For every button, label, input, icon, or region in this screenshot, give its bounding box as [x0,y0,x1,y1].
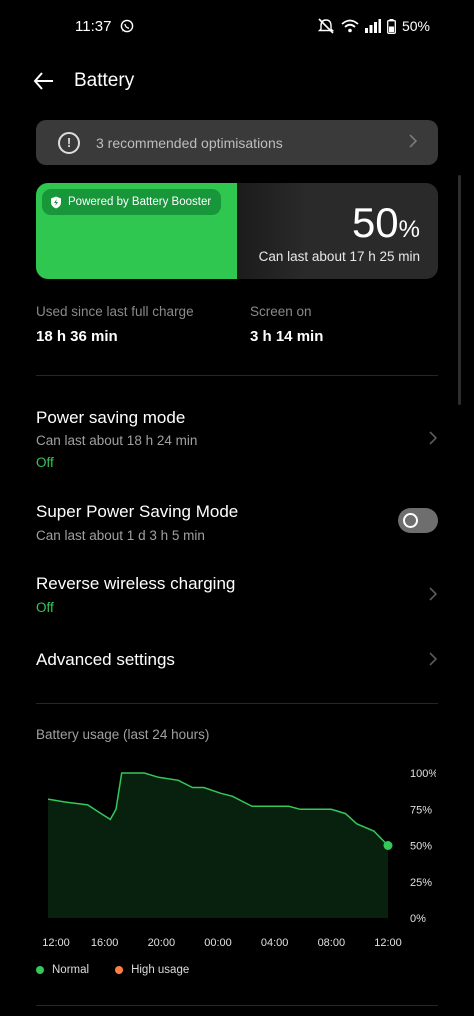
y-tick-label: 75% [410,804,432,816]
advanced-settings-row[interactable]: Advanced settings [0,640,474,680]
chart-title: Battery usage (last 24 hours) [36,727,210,742]
screen-on-label: Screen on [250,304,312,319]
chevron-right-icon [429,587,438,601]
y-tick-label: 25% [410,877,432,889]
reverse-wireless-title: Reverse wireless charging [36,574,236,593]
super-saving-toggle[interactable] [398,508,438,533]
reverse-wireless-row[interactable]: Reverse wireless charging Off [0,562,474,622]
usage-area [48,773,388,918]
chevron-right-icon [429,652,438,666]
divider [36,703,438,704]
divider [36,1005,438,1006]
battery-fill-shadow [237,183,307,279]
y-tick-label: 100% [410,768,436,780]
used-since-value: 18 h 36 min [36,328,118,345]
info-icon: ! [58,131,80,154]
chart-legend: Normal High usage [36,964,189,976]
super-saving-subtitle: Can last about 1 d 3 h 5 min [36,528,205,543]
battery-icon [387,18,396,34]
mute-icon [317,18,335,34]
x-tick-label: 12:00 [42,937,70,949]
scrollbar[interactable] [458,175,461,405]
legend-normal-dot [36,966,44,974]
recommendation-text: 3 recommended optimisations [96,134,283,151]
power-saving-title: Power saving mode [36,408,186,427]
status-battery-percent: 50% [401,18,430,34]
power-saving-state: Off [36,455,54,470]
battery-percent-value: 50 [351,199,399,246]
chevron-right-icon [409,134,418,148]
reverse-wireless-state: Off [36,600,54,615]
super-saving-title: Super Power Saving Mode [36,502,239,521]
booster-label: Powered by Battery Booster [68,196,212,208]
x-tick-label: 16:00 [91,937,119,949]
back-arrow-icon[interactable] [32,70,56,92]
page-title: Battery [74,70,135,91]
power-saving-subtitle: Can last about 18 h 24 min [36,433,198,448]
battery-booster-badge: Powered by Battery Booster [42,189,222,215]
status-icons: 50% [317,18,430,34]
advanced-settings-title: Advanced settings [36,650,175,669]
legend-normal-label: Normal [52,964,90,976]
signal-icon [364,19,381,33]
chevron-right-icon [429,431,438,445]
status-time: 11:37 [75,18,112,35]
y-tick-label: 0% [410,913,426,925]
battery-percent-sign: % [398,216,420,243]
battery-level-card[interactable]: Powered by Battery Booster 50% Can last … [36,183,438,279]
toggle-knob [403,513,418,528]
battery-percent: 50% [352,199,420,247]
x-tick-label: 04:00 [261,937,289,949]
battery-usage-chart[interactable]: 100% 75% 50% 25% 0% 12:00 16:00 20:00 00:00 04:00… [36,760,436,960]
whatsapp-icon [120,19,134,33]
y-tick-label: 50% [410,841,432,853]
recommendation-banner[interactable]: ! 3 recommended optimisations [36,120,438,165]
x-tick-label: 08:00 [318,937,346,949]
screen-on-value: 3 h 14 min [250,328,324,345]
power-saving-row[interactable]: Power saving mode Can last about 18 h 24… [0,395,474,475]
battery-estimate: Can last about 17 h 25 min [258,249,420,264]
divider [36,375,438,376]
x-tick-label: 12:00 [374,937,402,949]
legend-high-usage-dot [115,966,124,974]
x-tick-label: 00:00 [204,937,232,949]
wifi-icon [341,19,359,33]
current-level-point [383,841,393,850]
used-since-label: Used since last full charge [36,304,194,319]
x-tick-label: 20:00 [148,937,176,949]
status-bar: 11:37 50% [0,0,474,54]
legend-high-usage-label: High usage [131,964,190,976]
shield-icon [51,196,61,208]
